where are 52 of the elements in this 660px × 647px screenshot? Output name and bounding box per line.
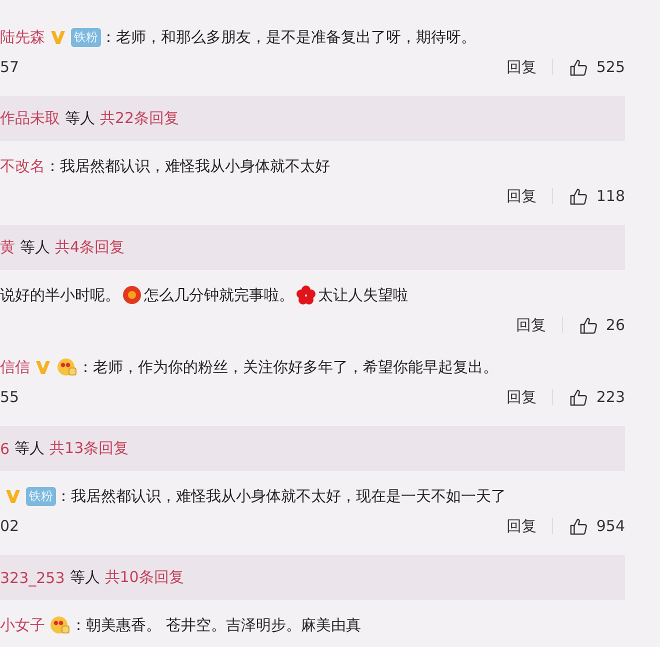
like-count: 26 <box>606 316 625 334</box>
like-count: 223 <box>596 388 625 406</box>
reply-link[interactable]: 回复 <box>506 186 536 206</box>
comment-text: ：老师，和那么多朋友，是不是准备复出了呀，期待呀。 <box>101 28 476 46</box>
reply-count-link[interactable]: 共4条回复 <box>55 238 125 257</box>
replies-bar[interactable]: 黄 等人 共4条回复 <box>0 225 625 270</box>
reply-count-link[interactable]: 共10条回复 <box>104 568 184 587</box>
reply-link[interactable]: 回复 <box>506 516 536 536</box>
reply-others-text: 等人 <box>65 109 95 128</box>
comment-text: 怎么几分钟就完事啦。 <box>144 286 294 304</box>
replies-bar[interactable]: 323_253 等人 共10条回复 <box>0 555 625 600</box>
reply-others-text: 等人 <box>14 439 45 458</box>
fan-badge: 铁粉 <box>71 28 101 46</box>
comment-time: 55 <box>0 388 20 406</box>
reply-count-link[interactable]: 共22条回复 <box>100 109 180 128</box>
comment-text: 说好的半小时呢。 <box>0 286 120 304</box>
fan-badge-icon <box>49 615 71 635</box>
comment-text: ：我居然都认识，难怪我从小身体就不太好 <box>45 156 330 176</box>
comment-text: ：我居然都认识，难怪我从小身体就不太好，现在是一天不如一天了 <box>56 486 506 506</box>
flower-icon <box>296 285 316 305</box>
like-count: 118 <box>596 187 625 205</box>
reply-count-link[interactable]: 共13条回复 <box>50 439 129 458</box>
replies-bar[interactable]: 作品未取 等人 共22条回复 <box>0 96 625 141</box>
reply-link[interactable]: 回复 <box>506 388 536 406</box>
reply-user-names[interactable]: 作品未取 <box>0 109 60 128</box>
reply-others-text: 等人 <box>70 568 100 587</box>
user-name[interactable]: 不改名 <box>0 156 45 176</box>
reply-user-names[interactable]: 323_253 <box>0 568 65 586</box>
like-count: 954 <box>596 517 625 535</box>
user-name[interactable]: 小女子 <box>0 616 45 634</box>
reply-link[interactable]: 回复 <box>506 58 536 76</box>
comment-time: 02 <box>0 517 20 535</box>
reply-link[interactable]: 回复 <box>516 316 546 334</box>
thumbs-up-icon[interactable] <box>569 186 588 206</box>
user-name[interactable]: 信信 <box>0 358 30 376</box>
comment-text: 太让人失望啦 <box>318 286 408 304</box>
comment-text: ：老师，作为你的粉丝，关注你好多年了，希望你能早起复出。 <box>78 358 498 376</box>
fan-badge: 铁粉 <box>26 486 56 506</box>
reply-user-names[interactable]: 6 <box>0 440 10 458</box>
fan-badge-icon <box>56 357 78 377</box>
lantern-icon <box>122 285 142 305</box>
reply-user-names[interactable]: 黄 <box>0 238 15 257</box>
thumbs-up-icon[interactable] <box>578 316 598 334</box>
thumbs-up-icon[interactable] <box>569 58 588 76</box>
replies-bar[interactable]: 6 等人 共13条回复 <box>0 426 625 471</box>
thumbs-up-icon[interactable] <box>569 388 588 406</box>
comment-time: 57 <box>0 58 20 76</box>
like-count: 525 <box>596 58 625 76</box>
comment-text: ：朝美惠香。 苍井空。吉泽明步。麻美由真 <box>71 616 361 634</box>
thumbs-up-icon[interactable] <box>569 516 588 536</box>
user-name[interactable]: 陆先森 <box>0 28 45 46</box>
reply-others-text: 等人 <box>20 238 50 257</box>
